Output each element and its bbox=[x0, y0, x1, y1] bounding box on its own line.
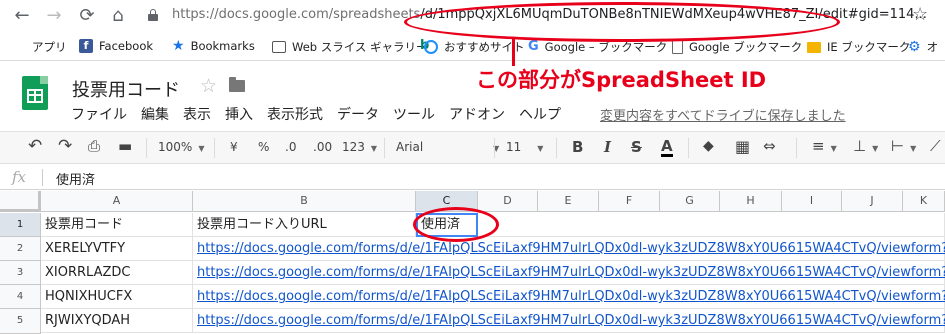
menu-format[interactable]: 表示形式 bbox=[267, 104, 323, 124]
annotation-label: この部分がSpreadSheet ID bbox=[476, 68, 767, 92]
menu-view[interactable]: 表示 bbox=[183, 104, 211, 124]
column-header-b[interactable]: B bbox=[193, 191, 416, 212]
cell-b3[interactable]: https://docs.google.com/forms/d/e/1FAIpQ… bbox=[193, 261, 945, 285]
ie-icon bbox=[424, 40, 438, 54]
text-color-button[interactable]: A bbox=[661, 138, 673, 157]
bookmark-apps[interactable]: アプリ bbox=[12, 39, 67, 55]
used-cell-highlight bbox=[413, 207, 499, 242]
merge-cells-icon[interactable]: ⇔ bbox=[763, 137, 776, 155]
column-header-j[interactable]: J bbox=[842, 191, 903, 212]
bookmark-recommended[interactable]: おすすめサイト bbox=[424, 39, 525, 55]
cell-a3[interactable]: XIORRLAZDC bbox=[41, 261, 193, 285]
percent-button[interactable]: % bbox=[258, 140, 269, 154]
document-icon bbox=[672, 40, 683, 54]
bookmarks-bar: アプリ f Facebook ★ Bookmarks Web スライス ギャラリー … bbox=[0, 33, 945, 61]
cell-a5[interactable]: RJWIXYQDAH bbox=[41, 309, 193, 333]
cell-b2[interactable]: https://docs.google.com/forms/d/e/1FAIpQ… bbox=[193, 237, 945, 261]
decrease-decimal-button[interactable]: .0 bbox=[285, 140, 296, 154]
star-icon: ★ bbox=[172, 38, 185, 54]
menu-help[interactable]: ヘルプ bbox=[519, 104, 561, 124]
cell-b1[interactable]: 投票用コード入りURL bbox=[193, 213, 416, 237]
column-header-f[interactable]: F bbox=[599, 191, 660, 212]
more-formats-select[interactable]: 123 ▼ bbox=[342, 140, 377, 154]
menu-tools[interactable]: ツール bbox=[393, 104, 435, 124]
cell-b5[interactable]: https://docs.google.com/forms/d/e/1FAIpQ… bbox=[193, 309, 945, 333]
column-header-d[interactable]: D bbox=[478, 191, 538, 212]
paint-format-icon[interactable]: ▬ bbox=[118, 137, 132, 155]
folder-icon[interactable] bbox=[229, 77, 245, 92]
bookmark-bookmarks[interactable]: ★ Bookmarks bbox=[172, 39, 255, 53]
column-header-g[interactable]: G bbox=[660, 191, 720, 212]
strikethrough-button[interactable]: S bbox=[631, 138, 642, 156]
reload-icon[interactable]: ⟳ bbox=[77, 5, 97, 26]
bookmark-star-icon[interactable]: ☆ bbox=[912, 4, 928, 25]
sheets-logo-icon[interactable] bbox=[22, 76, 48, 110]
font-size-select[interactable]: 11 ▼ bbox=[506, 140, 543, 154]
fill-color-icon[interactable]: ◆ bbox=[703, 138, 714, 154]
italic-button[interactable]: I bbox=[604, 138, 611, 156]
cell-a2[interactable]: XERELYVTFY bbox=[41, 237, 193, 261]
cell-a1[interactable]: 投票用コード bbox=[41, 213, 193, 237]
zoom-select[interactable]: 100% ▼ bbox=[158, 140, 204, 154]
vertical-align-icon[interactable]: ⊥ ▼ bbox=[853, 137, 878, 155]
formula-bar: fx 使用済 bbox=[0, 165, 945, 190]
menu-data[interactable]: データ bbox=[337, 104, 379, 124]
column-header-k[interactable]: K bbox=[903, 191, 945, 212]
folder-icon bbox=[807, 41, 821, 53]
print-icon[interactable]: ⎙ bbox=[88, 137, 100, 155]
select-all-corner[interactable] bbox=[0, 191, 41, 212]
fx-icon: fx bbox=[12, 168, 27, 186]
cell-a4[interactable]: HQNIXHUCFX bbox=[41, 285, 193, 309]
url-id-highlight bbox=[404, 2, 840, 42]
wrap-icon[interactable]: ⊢ ▼ bbox=[891, 137, 916, 155]
home-icon[interactable]: ⌂ bbox=[108, 5, 128, 26]
column-header-h[interactable]: H bbox=[720, 191, 782, 212]
bookmark-ie[interactable]: IE ブックマーク bbox=[807, 39, 910, 55]
formula-input[interactable]: 使用済 bbox=[56, 169, 95, 188]
row-header-2[interactable]: 2 bbox=[0, 237, 41, 261]
row-header-4[interactable]: 4 bbox=[0, 285, 41, 309]
font-select[interactable]: Arial ▼ bbox=[396, 140, 499, 154]
row-header-1[interactable]: 1 bbox=[0, 213, 41, 237]
menu-edit[interactable]: 編集 bbox=[141, 104, 169, 124]
lock-icon bbox=[148, 9, 158, 21]
annotation-pointer bbox=[512, 39, 515, 66]
gear-icon: ⚙ bbox=[908, 39, 921, 55]
cell-b4[interactable]: https://docs.google.com/forms/d/e/1FAIpQ… bbox=[193, 285, 945, 309]
menu-addons[interactable]: アドオン bbox=[449, 104, 505, 124]
apps-grid-icon bbox=[12, 40, 26, 54]
bookmark-facebook[interactable]: f Facebook bbox=[79, 39, 153, 53]
back-icon[interactable]: ← bbox=[12, 5, 32, 26]
web-slice-icon bbox=[272, 41, 286, 53]
facebook-icon: f bbox=[79, 39, 93, 53]
row-header-5[interactable]: 5 bbox=[0, 309, 41, 334]
bookmark-web-slice[interactable]: Web スライス ギャラリー bbox=[272, 39, 428, 55]
currency-button[interactable]: ¥ bbox=[230, 140, 238, 154]
star-icon[interactable]: ☆ bbox=[200, 75, 217, 97]
toolbar: ↶ ↷ ⎙ ▬ 100% ▼ ¥ % .0 .00 123 ▼ Arial ▼ 11 ▼… bbox=[0, 131, 945, 164]
forward-icon[interactable]: → bbox=[44, 5, 64, 26]
column-header-a[interactable]: A bbox=[41, 191, 193, 212]
row-header-3[interactable]: 3 bbox=[0, 261, 41, 285]
menu-insert[interactable]: 挿入 bbox=[225, 104, 253, 124]
borders-icon[interactable]: ▦ bbox=[735, 137, 750, 156]
save-status[interactable]: 変更内容をすべてドライブに保存しました bbox=[600, 105, 846, 124]
column-header-e[interactable]: E bbox=[538, 191, 599, 212]
menu-bar: ファイル 編集 表示 挿入 表示形式 データ ツール アドオン ヘルプ bbox=[71, 104, 561, 124]
cell-d1-empty[interactable] bbox=[478, 213, 945, 237]
rotate-icon[interactable]: ⟋ bbox=[930, 137, 941, 155]
bold-button[interactable]: B bbox=[572, 138, 583, 156]
align-icon[interactable]: ≡ ▼ bbox=[812, 137, 837, 155]
undo-icon[interactable]: ↶ bbox=[28, 136, 42, 156]
column-header-i[interactable]: I bbox=[782, 191, 842, 212]
redo-icon[interactable]: ↷ bbox=[58, 136, 72, 156]
bookmark-settings[interactable]: ⚙ オ bbox=[908, 39, 938, 55]
google-icon: G bbox=[528, 39, 539, 54]
bookmark-google-bookmarks[interactable]: Google ブックマーク bbox=[672, 39, 802, 55]
menu-file[interactable]: ファイル bbox=[71, 104, 127, 124]
doc-title[interactable]: 投票用コード bbox=[72, 76, 180, 102]
increase-decimal-button[interactable]: .00 bbox=[313, 140, 332, 154]
